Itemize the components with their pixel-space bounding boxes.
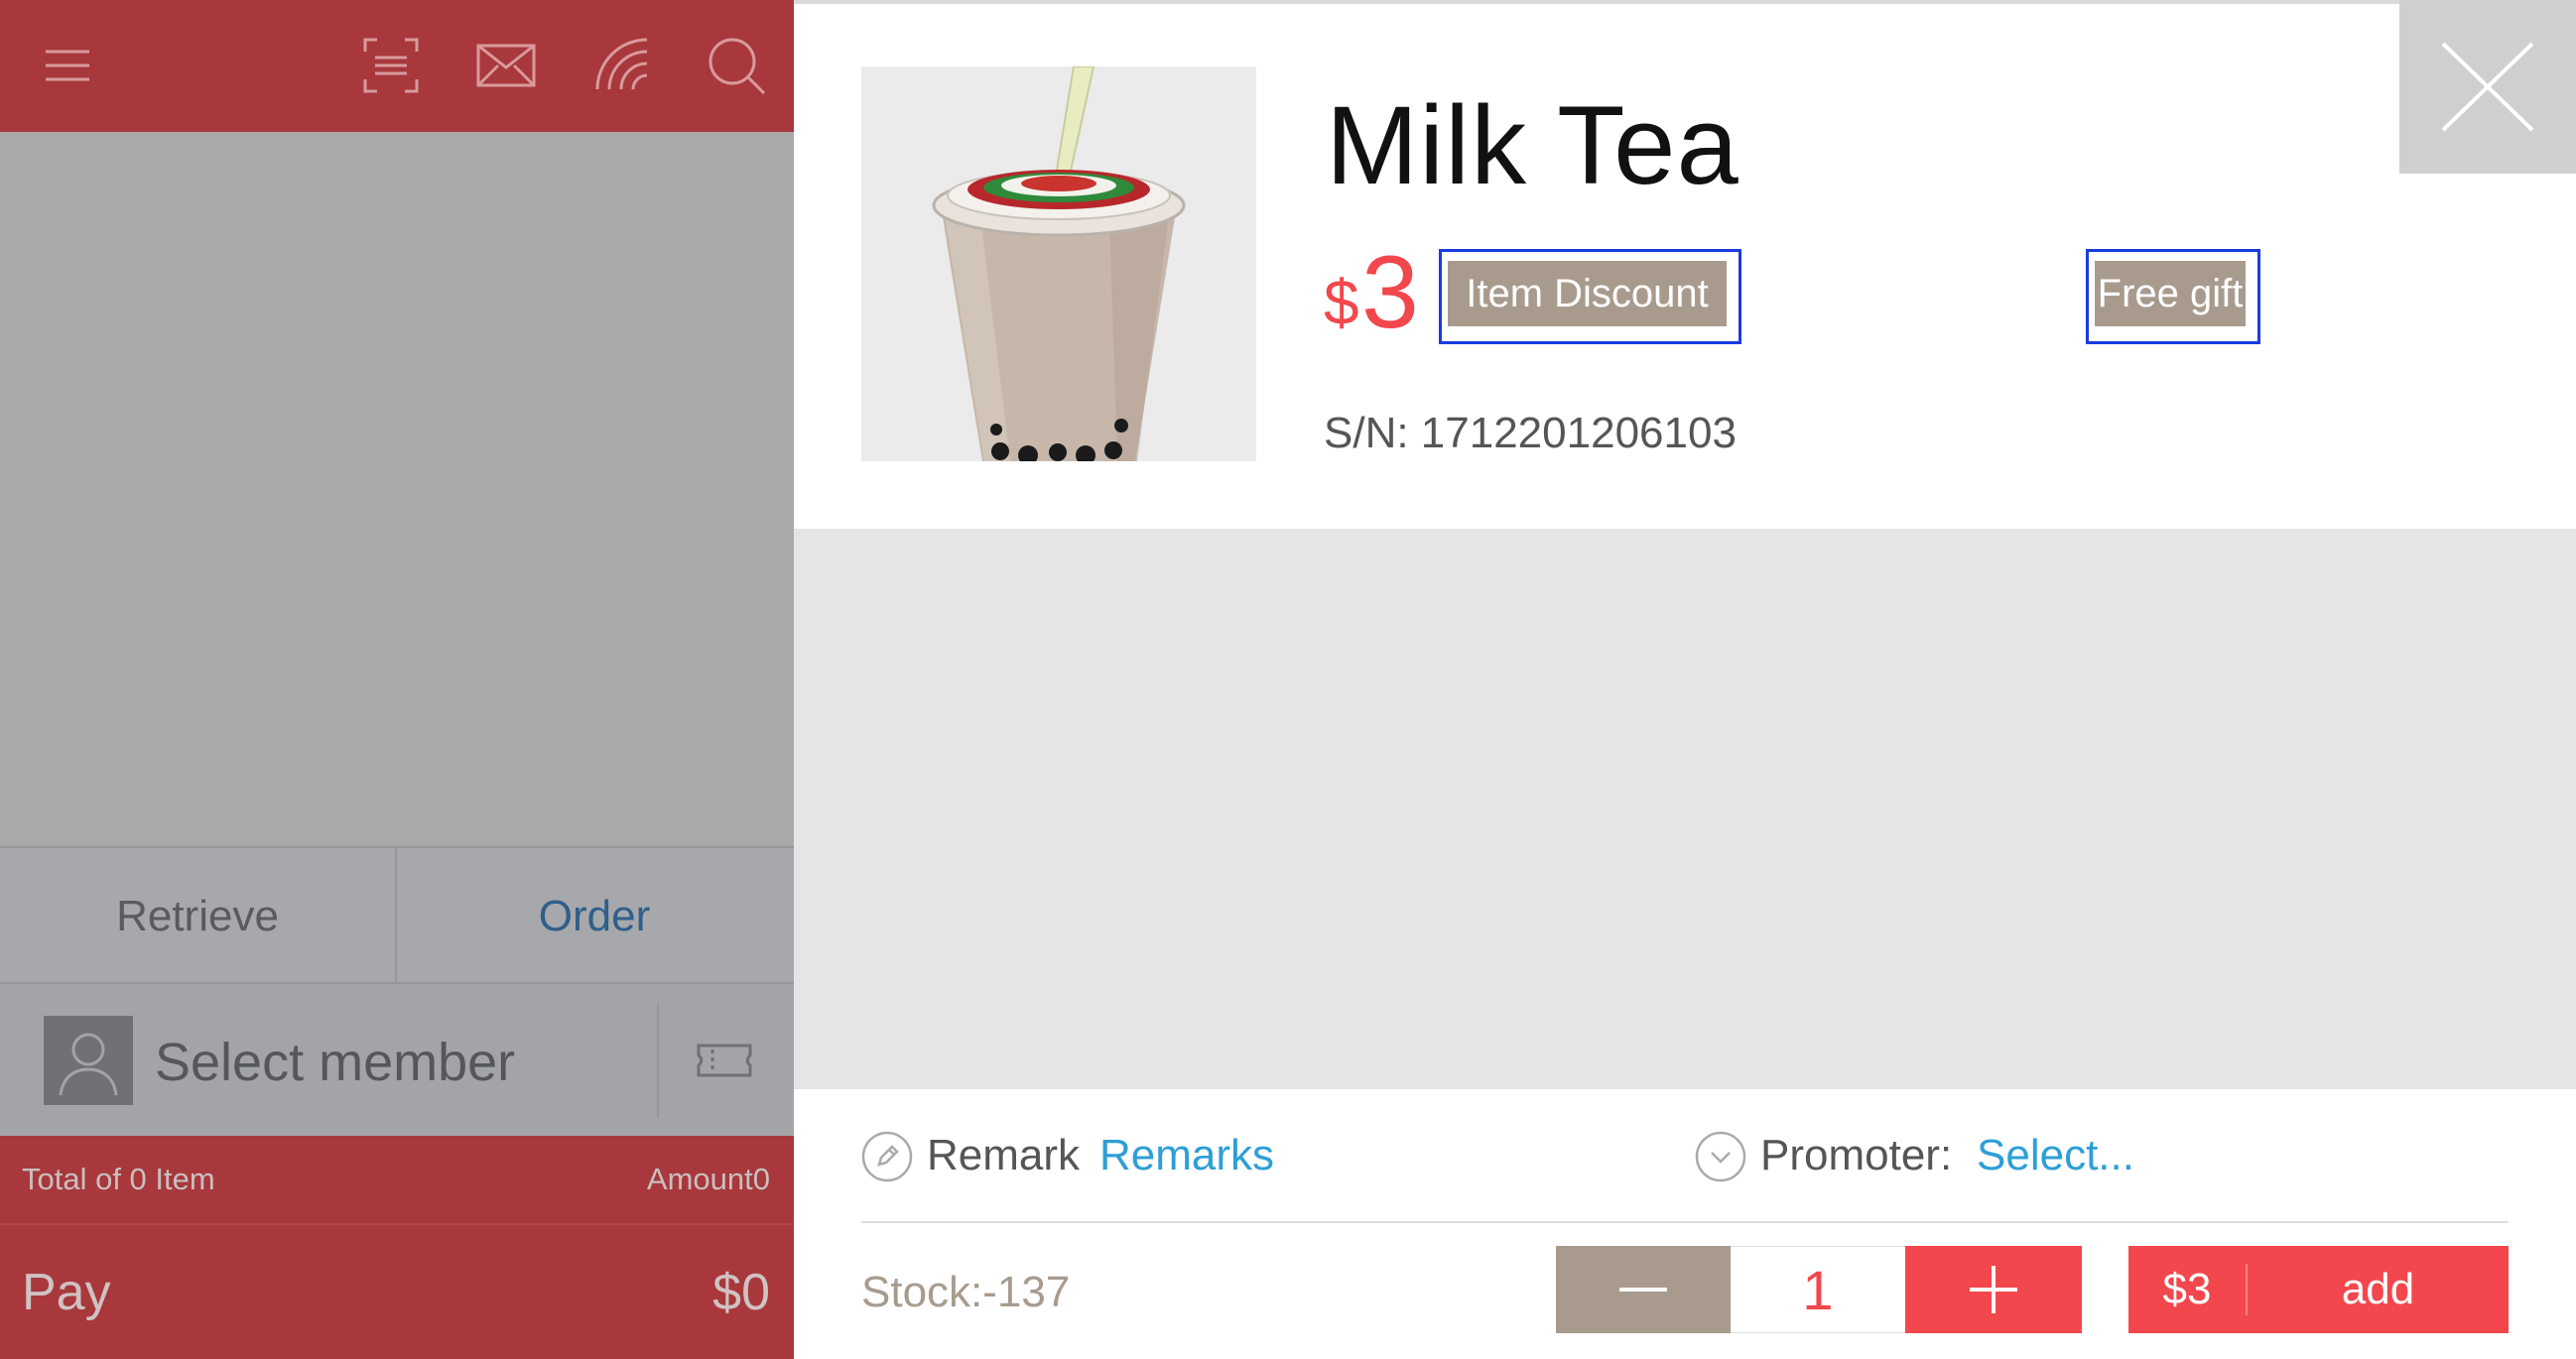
member-divider <box>657 1004 659 1118</box>
tab-order[interactable]: Order <box>397 848 792 984</box>
pay-label: Pay <box>22 1264 111 1321</box>
scan-icon[interactable] <box>355 30 427 101</box>
total-items-count: Total of 0 Item <box>22 1162 215 1196</box>
divider <box>861 1221 2509 1223</box>
add-to-order-button[interactable]: $3 add <box>2128 1246 2509 1333</box>
stock-count: Stock:-137 <box>861 1268 1071 1316</box>
promoter-label: Promoter: <box>1760 1131 1953 1179</box>
remarks-link[interactable]: Remarks <box>1099 1131 1274 1180</box>
tab-retrieve[interactable]: Retrieve <box>0 848 395 984</box>
quantity-field[interactable]: 1 <box>1731 1246 1905 1333</box>
total-amount: Amount0 <box>646 1162 770 1196</box>
cart-list-area <box>0 132 794 846</box>
nfc-icon[interactable] <box>587 30 659 101</box>
item-discount-button[interactable]: Item Discount <box>1448 261 1727 326</box>
product-price: 3 <box>1361 235 1419 350</box>
mail-icon[interactable] <box>470 30 542 101</box>
add-button-price: $3 <box>2162 1265 2212 1313</box>
add-button-label: add <box>2341 1265 2415 1313</box>
minus-icon <box>1619 1288 1667 1292</box>
chevron-down-icon <box>1695 1131 1746 1182</box>
pos-side-panel: Retrieve Order Select member Total of 0 … <box>0 0 794 1359</box>
order-tabs: Retrieve Order <box>0 846 794 984</box>
plus-icon <box>1970 1266 2017 1313</box>
product-name: Milk Tea <box>1326 83 1739 207</box>
product-options-area <box>794 529 2576 1089</box>
coupon-icon[interactable] <box>693 1028 756 1091</box>
search-icon[interactable] <box>701 30 772 101</box>
remark-label: Remark <box>927 1131 1081 1179</box>
close-button[interactable] <box>2399 0 2576 174</box>
price-currency: $ <box>1324 267 1359 338</box>
pay-button[interactable]: Pay $0 <box>0 1223 794 1359</box>
select-member-label[interactable]: Select member <box>155 1032 515 1093</box>
top-toolbar <box>0 0 794 132</box>
serial-number: S/N: 1712201206103 <box>1324 409 1737 457</box>
avatar <box>44 1016 133 1105</box>
pay-amount: $0 <box>712 1264 770 1321</box>
select-member-row[interactable]: Select member <box>0 982 794 1138</box>
promoter-select[interactable]: Select... <box>1977 1131 2134 1180</box>
item-discount-highlight: Item Discount <box>1439 249 1741 344</box>
pencil-icon <box>861 1131 913 1182</box>
free-gift-highlight: Free gift <box>2086 249 2260 344</box>
close-icon <box>2441 42 2534 132</box>
product-detail-dialog: Milk Tea $ 3 Item Discount Free gift S/N… <box>794 0 2576 1357</box>
product-image <box>861 66 1256 461</box>
menu-icon[interactable] <box>32 30 103 101</box>
increase-quantity-button[interactable] <box>1905 1246 2082 1333</box>
dialog-top-border <box>794 0 2576 4</box>
totals-row: Total of 0 Item Amount0 <box>0 1136 794 1223</box>
free-gift-button[interactable]: Free gift <box>2095 261 2246 326</box>
decrease-quantity-button[interactable] <box>1556 1246 1731 1333</box>
